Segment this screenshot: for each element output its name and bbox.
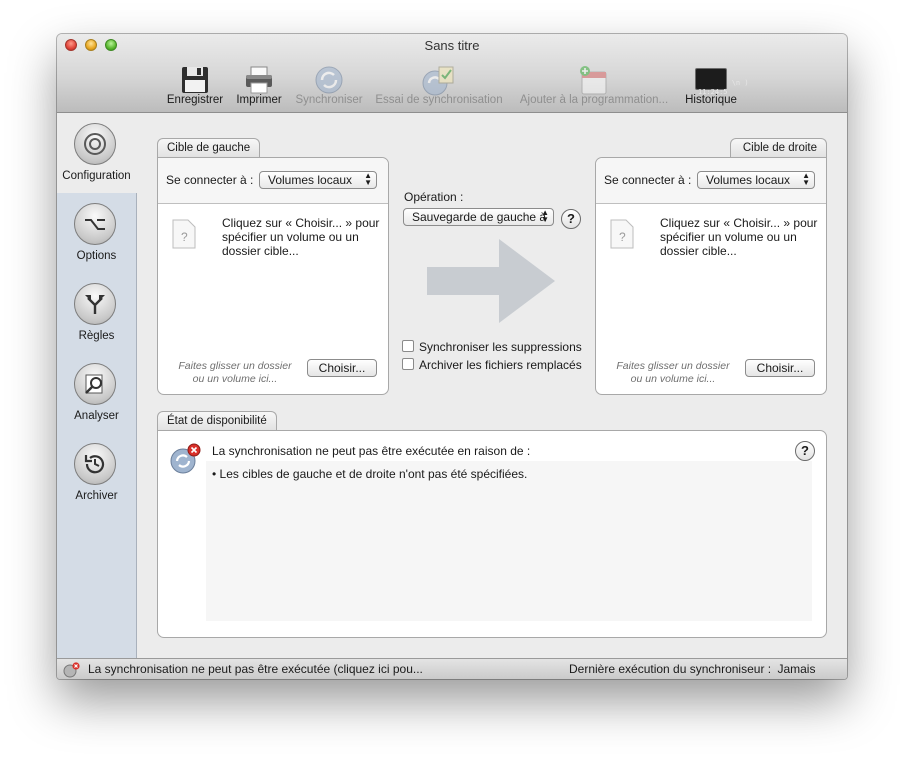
toolbar-sync-button[interactable]: Synchroniser: [291, 62, 367, 108]
direction-arrow-icon: [427, 239, 555, 323]
status-sync-error-icon: [63, 662, 80, 678]
main-window: Sans titre Enregistrer Imprimer Synchron…: [57, 34, 847, 679]
right-target-header: Se connecter à : Volumes locaux ▲ ▼: [596, 158, 826, 204]
left-connect-value: Volumes locaux: [268, 173, 353, 187]
sync-error-icon: [170, 443, 201, 474]
availability-message: La synchronisation ne peut pas être exéc…: [212, 444, 531, 458]
toolbar-history-label: Historique: [685, 94, 737, 106]
right-choose-button[interactable]: Choisir...: [745, 359, 815, 377]
sidebar: Configuration Options Règles Analyser Ar…: [57, 113, 138, 658]
status-bar: La synchronisation ne peut pas être exéc…: [57, 658, 847, 679]
sidebar-item-label: Configuration: [62, 170, 131, 182]
sync-deletions-checkbox-row[interactable]: Synchroniser les suppressions: [402, 339, 582, 355]
left-choose-button[interactable]: Choisir...: [307, 359, 377, 377]
sync-icon: [315, 66, 343, 94]
magnifier-icon: [74, 363, 116, 405]
sidebar-item-archive[interactable]: Archiver: [57, 433, 136, 513]
sync-deletions-checkbox[interactable]: [402, 340, 414, 352]
clock-restore-icon: [74, 443, 116, 485]
operation-help-button[interactable]: ?: [561, 209, 581, 229]
toolbar-schedule-label: Ajouter à la programmation...: [519, 94, 669, 106]
popup-arrows-icon: ▲ ▼: [541, 208, 549, 224]
right-connect-value: Volumes locaux: [706, 173, 791, 187]
console-icon: \n ) 11:24:5: [695, 68, 749, 96]
sync-deletions-label: Synchroniser les suppressions: [419, 340, 582, 354]
toolbar-print-label: Imprimer: [236, 94, 282, 106]
archive-replaced-label: Archiver les fichiers remplacés: [419, 358, 582, 372]
popup-arrows-icon: ▲ ▼: [364, 171, 372, 187]
toolbar-schedule-button[interactable]: Ajouter à la programmation...: [513, 62, 675, 108]
left-target-dropzone[interactable]: ? Cliquez sur « Choisir... » pour spécif…: [158, 203, 388, 394]
last-run-label: Dernière exécution du synchroniseur :: [569, 662, 772, 676]
archive-replaced-checkbox[interactable]: [402, 358, 414, 370]
right-connect-popup[interactable]: Volumes locaux ▲ ▼: [697, 171, 815, 189]
target-icon: [74, 123, 116, 165]
right-target-panel: Se connecter à : Volumes locaux ▲ ▼ ? Cli…: [595, 157, 827, 395]
right-drop-hint: Faites glisser un dossier ou un volume i…: [616, 360, 730, 385]
archive-replaced-checkbox-row[interactable]: Archiver les fichiers remplacés: [402, 357, 582, 373]
operation-label: Opération :: [404, 190, 464, 204]
availability-help-button[interactable]: ?: [795, 441, 815, 461]
availability-reason: • Les cibles de gauche et de droite n'on…: [212, 467, 528, 481]
sidebar-item-analyze[interactable]: Analyser: [57, 353, 136, 433]
popup-arrows-icon: ▲ ▼: [802, 171, 810, 187]
sidebar-item-label: Règles: [78, 330, 115, 342]
availability-panel: La synchronisation ne peut pas être exéc…: [157, 430, 827, 638]
left-connect-popup[interactable]: Volumes locaux ▲ ▼: [259, 171, 377, 189]
left-drop-hint: Faites glisser un dossier ou un volume i…: [178, 360, 292, 385]
printer-icon: [246, 66, 272, 94]
left-choose-hint: Cliquez sur « Choisir... » pour spécifie…: [222, 216, 380, 258]
toolbar-print-button[interactable]: Imprimer: [231, 62, 287, 108]
left-target-header: Se connecter à : Volumes locaux ▲ ▼: [158, 158, 388, 204]
sidebar-item-rules[interactable]: Règles: [57, 273, 136, 353]
toolbar-test-sync-button[interactable]: Essai de synchronisation: [371, 62, 507, 108]
option-key-icon: [74, 203, 116, 245]
toolbar-history-button[interactable]: \n ) 11:24:5 Historique: [679, 62, 749, 108]
status-message[interactable]: La synchronisation ne peut pas être exéc…: [88, 659, 423, 679]
left-target-panel: Se connecter à : Volumes locaux ▲ ▼ ? Cli…: [157, 157, 389, 395]
right-choose-hint: Cliquez sur « Choisir... » pour spécifie…: [660, 216, 818, 258]
operation-value: Sauvegarde de gauche à: [412, 210, 547, 224]
toolbar-save-button[interactable]: Enregistrer: [163, 62, 227, 108]
unknown-document-icon: ?: [172, 219, 196, 249]
unknown-document-icon: ?: [610, 219, 634, 249]
calendar-add-icon: [580, 66, 607, 95]
sidebar-item-label: Analyser: [74, 410, 119, 422]
last-run-value: Jamais: [777, 662, 816, 676]
fork-arrows-icon: [74, 283, 116, 325]
window-title: Sans titre: [424, 38, 480, 53]
left-target-tab: Cible de gauche: [157, 138, 261, 157]
toolbar-sync-label: Synchroniser: [295, 94, 363, 106]
operation-popup[interactable]: Sauvegarde de gauche à ▲ ▼: [403, 208, 554, 226]
svg-text:?: ?: [619, 230, 626, 244]
right-target-tab: Cible de droite: [730, 138, 827, 157]
title-bar: Sans titre Enregistrer Imprimer Synchron…: [57, 34, 847, 113]
sidebar-item-label: Options: [76, 250, 117, 262]
availability-tab: État de disponibilité: [157, 411, 277, 430]
availability-details: • Les cibles de gauche et de droite n'on…: [206, 461, 812, 621]
toolbar-test-sync-label: Essai de synchronisation: [375, 94, 503, 106]
sidebar-item-label: Archiver: [75, 490, 118, 502]
svg-text:?: ?: [181, 230, 188, 244]
last-run-info: Dernière exécution du synchroniseur : Ja…: [569, 659, 815, 679]
right-target-dropzone[interactable]: ? Cliquez sur « Choisir... » pour spécif…: [596, 203, 826, 394]
toolbar-save-label: Enregistrer: [166, 94, 224, 106]
floppy-disk-icon: [182, 67, 208, 93]
sidebar-item-options[interactable]: Options: [57, 193, 136, 273]
left-connect-label: Se connecter à :: [166, 173, 254, 187]
sync-test-icon: [422, 66, 454, 96]
sidebar-item-configuration[interactable]: Configuration: [57, 113, 138, 193]
right-connect-label: Se connecter à :: [604, 173, 692, 187]
